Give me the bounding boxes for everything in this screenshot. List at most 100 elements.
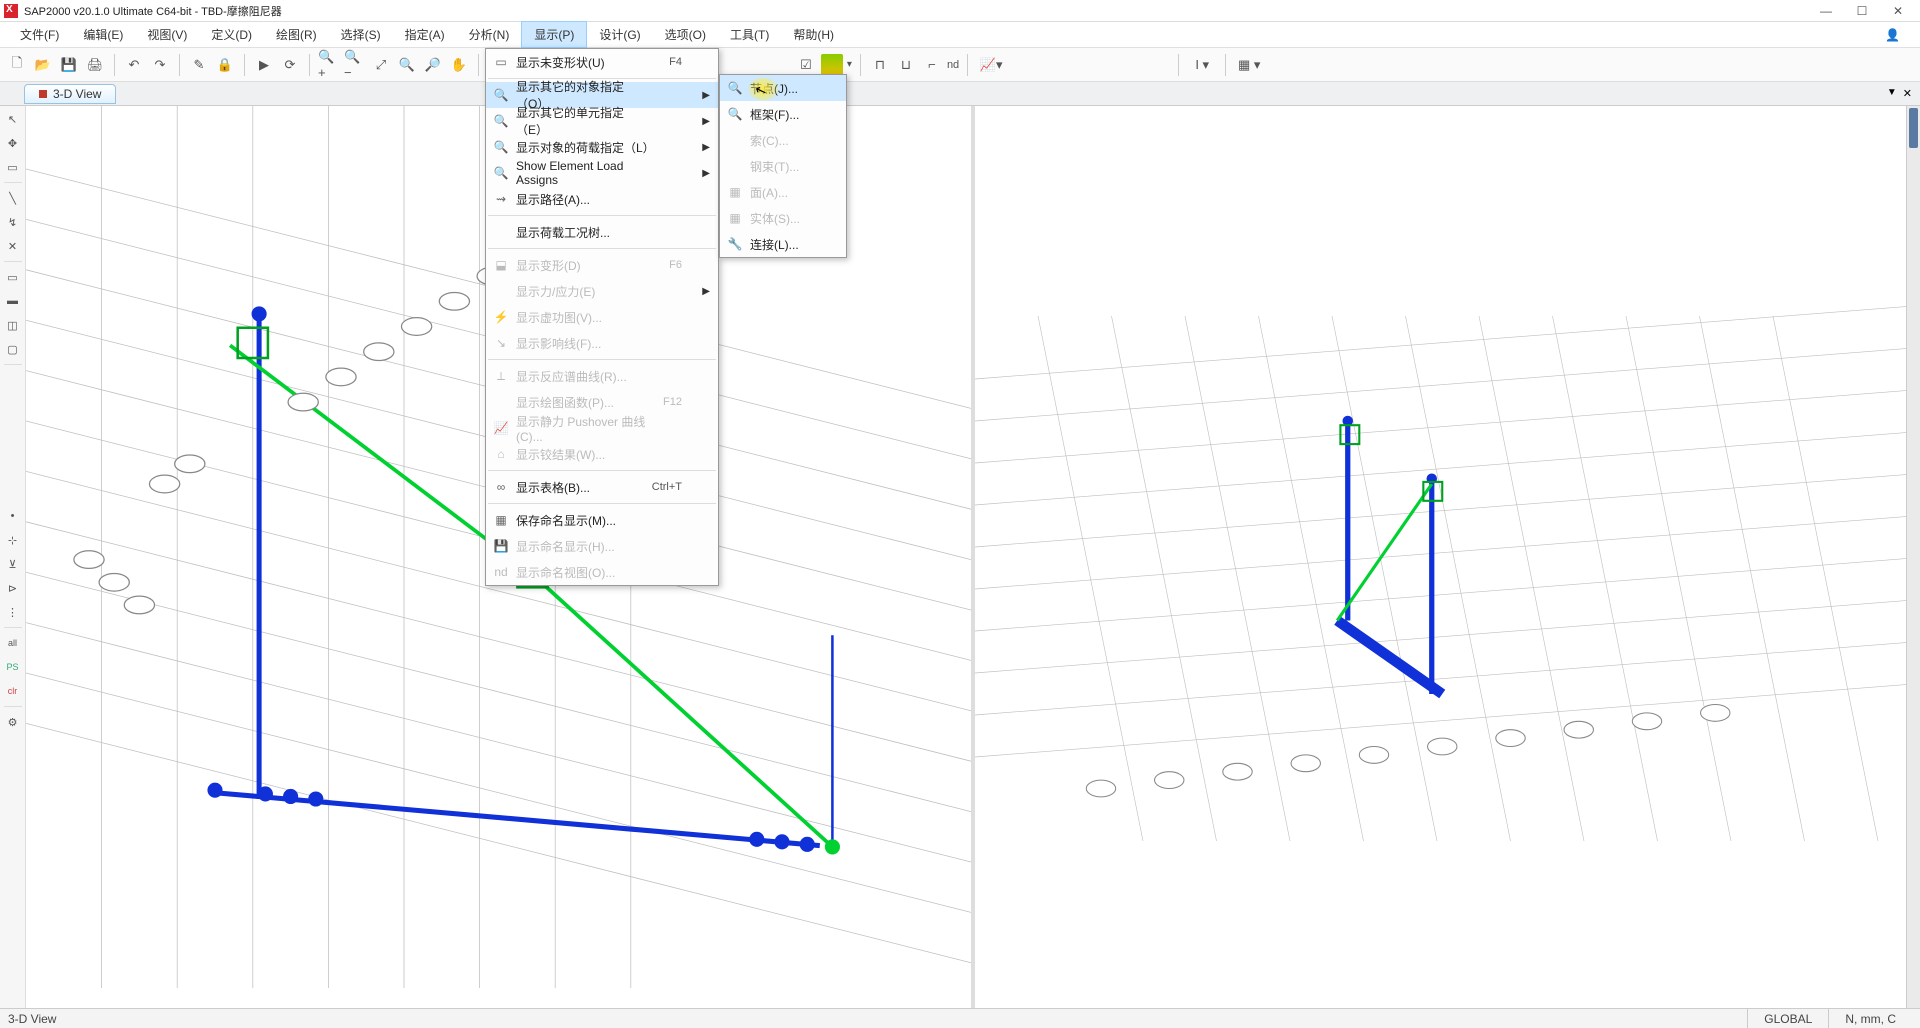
menu-design[interactable]: 设计(G) bbox=[587, 22, 652, 47]
submenu-arrow-icon: ▶ bbox=[702, 168, 710, 179]
user-icon[interactable]: 👤 bbox=[1873, 24, 1912, 46]
area-icon[interactable]: ▬ bbox=[4, 292, 22, 310]
menu-item-5[interactable]: ⇝显示路径(A)... bbox=[486, 186, 718, 212]
menu-draw[interactable]: 绘图(R) bbox=[264, 22, 329, 47]
line-icon[interactable]: ╲ bbox=[4, 189, 22, 207]
menu-item-6[interactable]: 显示荷载工况树... bbox=[486, 219, 718, 245]
run-icon[interactable]: ▶ bbox=[253, 54, 275, 76]
undo-icon[interactable]: ↶ bbox=[123, 54, 145, 76]
all-label[interactable]: all bbox=[4, 634, 22, 652]
extrude-icon[interactable]: ⊔ bbox=[895, 54, 917, 76]
chart-dd[interactable]: 📈▾ bbox=[976, 54, 1006, 76]
crossline-icon[interactable]: ✕ bbox=[4, 237, 22, 255]
menu-assign[interactable]: 指定(A) bbox=[393, 22, 457, 47]
submenu-item-6[interactable]: 🔧连接(L)... bbox=[720, 231, 846, 257]
grid-dd[interactable]: ▦ ▾ bbox=[1234, 54, 1264, 76]
menu-item-icon: 🔍 bbox=[486, 166, 516, 180]
menu-item-16[interactable]: ▦保存命名显示(M)... bbox=[486, 507, 718, 533]
menu-item-9: ⚡显示虚功图(V)... bbox=[486, 304, 718, 330]
menu-item-shortcut: F4 bbox=[669, 56, 690, 68]
menu-item-0[interactable]: ▭显示未变形状(U)F4 bbox=[486, 49, 718, 75]
check-icon[interactable]: ☑ bbox=[795, 54, 817, 76]
clr-label[interactable]: clr bbox=[4, 682, 22, 700]
polyline-icon[interactable]: ↯ bbox=[4, 213, 22, 231]
menu-options[interactable]: 选项(O) bbox=[653, 22, 718, 47]
select-rect-icon[interactable]: ▭ bbox=[4, 158, 22, 176]
text-dd[interactable]: I ▾ bbox=[1187, 54, 1217, 76]
menu-select[interactable]: 选择(S) bbox=[329, 22, 393, 47]
zoom-out-icon[interactable]: 🔍− bbox=[344, 54, 366, 76]
snap-int-icon[interactable]: ⊳ bbox=[4, 579, 22, 597]
submenu-item-1[interactable]: 🔍框架(F)... bbox=[720, 101, 846, 127]
status-left: 3-D View bbox=[8, 1012, 56, 1026]
tabbar-dropdown-icon[interactable]: ▼ bbox=[1887, 87, 1897, 100]
status-coord[interactable]: GLOBAL bbox=[1747, 1009, 1828, 1028]
refresh-icon[interactable]: ✎ bbox=[188, 54, 210, 76]
solid-icon[interactable]: ▢ bbox=[4, 340, 22, 358]
submenu-item-label: 钢束(T)... bbox=[750, 158, 818, 175]
snap-grid-icon[interactable]: ⋮ bbox=[4, 603, 22, 621]
lock-icon[interactable]: 🔒 bbox=[214, 54, 236, 76]
submenu-item-0[interactable]: 🔍节点(J)... bbox=[720, 75, 846, 101]
menu-item-14: ⌂显示铰结果(W)... bbox=[486, 441, 718, 467]
menu-item-4[interactable]: 🔍Show Element Load Assigns▶ bbox=[486, 160, 718, 186]
pan-icon[interactable]: ✋ bbox=[448, 54, 470, 76]
menu-analyze[interactable]: 分析(N) bbox=[457, 22, 522, 47]
menu-item-18: nd显示命名视图(O)... bbox=[486, 559, 718, 585]
menu-item-3[interactable]: 🔍显示对象的荷载指定（L）▶ bbox=[486, 134, 718, 160]
menu-item-icon: ⇝ bbox=[486, 192, 516, 206]
menu-item-15[interactable]: ∞显示表格(B)...Ctrl+T bbox=[486, 474, 718, 500]
snap-mid-icon[interactable]: ⊻ bbox=[4, 555, 22, 573]
zoom-in-icon[interactable]: 🔍+ bbox=[318, 54, 340, 76]
color-dd[interactable] bbox=[821, 54, 843, 76]
maximize-button[interactable]: ☐ bbox=[1844, 2, 1880, 20]
print-icon[interactable]: 🖨 bbox=[84, 54, 106, 76]
close-button[interactable]: ✕ bbox=[1880, 2, 1916, 20]
status-units[interactable]: N, mm, C bbox=[1828, 1009, 1912, 1028]
menu-define[interactable]: 定义(D) bbox=[199, 22, 264, 47]
menu-item-icon: 🔍 bbox=[486, 114, 516, 128]
menu-view[interactable]: 视图(V) bbox=[135, 22, 199, 47]
menu-tools[interactable]: 工具(T) bbox=[718, 22, 781, 47]
minimize-button[interactable]: — bbox=[1808, 2, 1844, 20]
tab-close-icon[interactable] bbox=[39, 90, 47, 98]
frame-icon[interactable]: ▭ bbox=[4, 268, 22, 286]
shell-icon[interactable]: ◫ bbox=[4, 316, 22, 334]
menu-item-icon: ⬓ bbox=[486, 258, 516, 272]
menu-item-label: 显示影响线(F)... bbox=[516, 335, 690, 352]
menu-item-shortcut: Ctrl+T bbox=[652, 481, 690, 493]
menu-item-icon: nd bbox=[486, 565, 516, 579]
new-icon[interactable]: 🗋 bbox=[6, 54, 28, 76]
menu-item-icon: ∞ bbox=[486, 480, 516, 494]
save-icon[interactable]: 💾 bbox=[58, 54, 80, 76]
ps-label[interactable]: PS bbox=[4, 658, 22, 676]
menu-item-icon: ▦ bbox=[486, 513, 516, 527]
viewport-right[interactable] bbox=[975, 106, 1920, 1008]
menu-edit[interactable]: 编辑(E) bbox=[71, 22, 135, 47]
joint-icon[interactable]: ⌐ bbox=[921, 54, 943, 76]
menu-item-icon: 💾 bbox=[486, 539, 516, 553]
menu-item-shortcut: F12 bbox=[663, 396, 690, 408]
zoom-fit-icon[interactable]: ⤢ bbox=[370, 54, 392, 76]
menu-file[interactable]: 文件(F) bbox=[8, 22, 71, 47]
snap-point-icon[interactable]: • bbox=[4, 507, 22, 525]
menu-help[interactable]: 帮助(H) bbox=[781, 22, 846, 47]
menu-item-2[interactable]: 🔍显示其它的单元指定（E）▶ bbox=[486, 108, 718, 134]
menu-display[interactable]: 显示(P) bbox=[521, 21, 587, 48]
zoom-window-icon[interactable]: 🔎 bbox=[422, 54, 444, 76]
canvas-area bbox=[26, 106, 1920, 1008]
move-icon[interactable]: ✥ bbox=[4, 134, 22, 152]
menu-item-label: 保存命名显示(M)... bbox=[516, 512, 690, 529]
section-icon[interactable]: ⊓ bbox=[869, 54, 891, 76]
redo-icon[interactable]: ↷ bbox=[149, 54, 171, 76]
tool-icon[interactable]: ⚙ bbox=[4, 713, 22, 731]
zoom-prev-icon[interactable]: 🔍 bbox=[396, 54, 418, 76]
pointer-icon[interactable]: ↖ bbox=[4, 110, 22, 128]
scrollbar-right[interactable] bbox=[1906, 106, 1920, 1008]
tabbar-close-icon[interactable]: ✕ bbox=[1903, 87, 1912, 100]
open-icon[interactable]: 📂 bbox=[32, 54, 54, 76]
snap-end-icon[interactable]: ⊹ bbox=[4, 531, 22, 549]
nd-label[interactable]: nd bbox=[947, 54, 959, 76]
run-analysis-icon[interactable]: ⟳ bbox=[279, 54, 301, 76]
tab-3dview[interactable]: 3-D View bbox=[24, 84, 116, 104]
